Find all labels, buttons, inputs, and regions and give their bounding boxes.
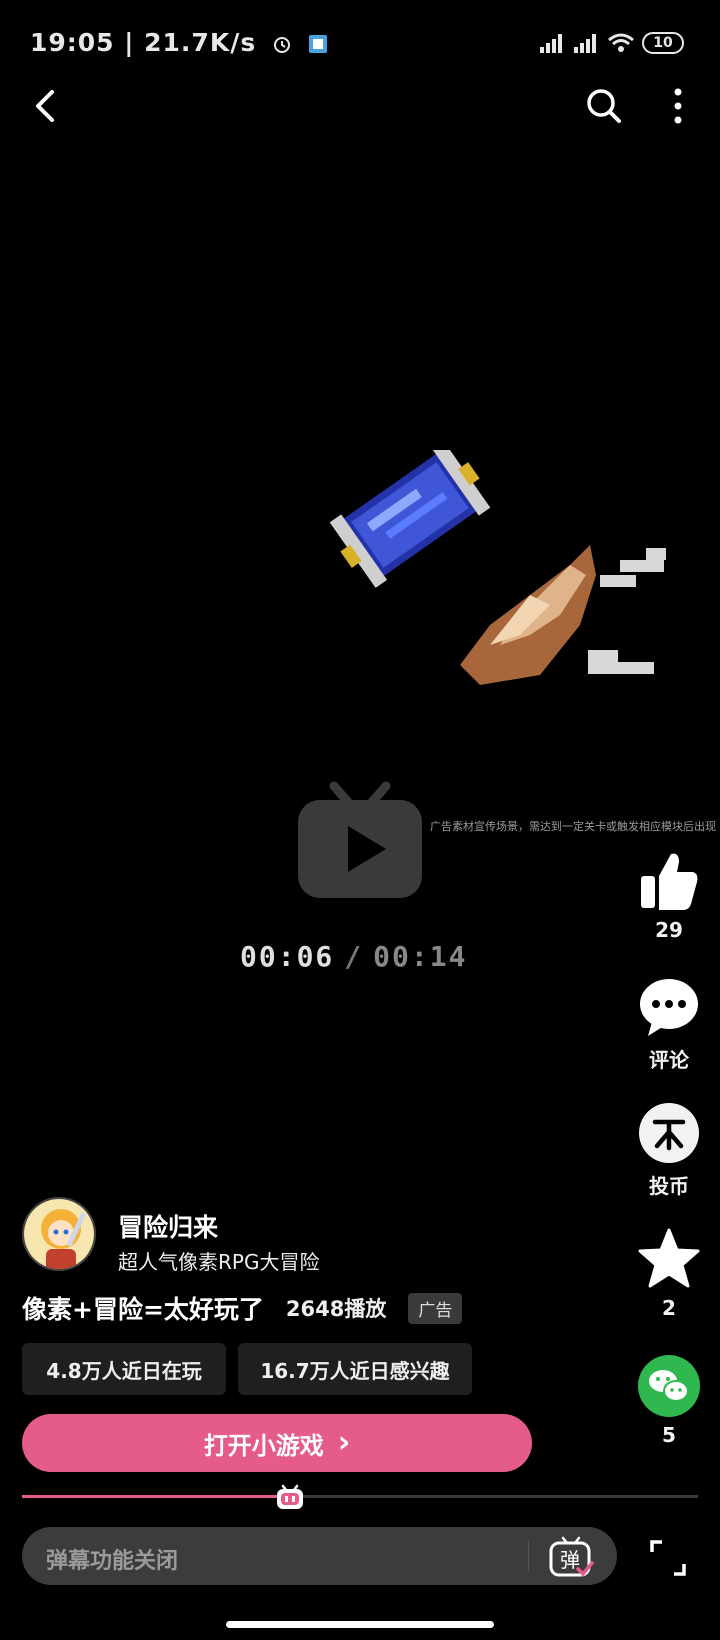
clock-text: 19:05: [30, 28, 115, 57]
wifi-icon: [608, 33, 634, 52]
home-indicator[interactable]: [226, 1621, 494, 1628]
danmaku-toggle-icon[interactable]: 弹: [548, 1535, 594, 1579]
video-game-art: [329, 450, 666, 685]
chevron-right-icon: ›: [337, 1425, 351, 1460]
notification-app-icon: [308, 35, 327, 53]
coin-button[interactable]: 投币: [636, 1102, 702, 1199]
video-time: 00:06 / 00:14: [240, 940, 467, 973]
net-speed: 21.7K/s: [144, 28, 257, 57]
share-wechat-button[interactable]: 5: [636, 1355, 702, 1447]
open-minigame-label: 打开小游戏: [203, 1431, 324, 1460]
video-progress-fill: [22, 1495, 283, 1498]
pixel-scroll-icon: [329, 450, 491, 588]
time-total: 00:14: [373, 940, 468, 973]
coin-label: 投币: [649, 1174, 689, 1198]
stat-playing-chip: 4.8万人近日在玩: [22, 1343, 226, 1395]
signal-icon: [540, 33, 566, 53]
fullscreen-icon[interactable]: [648, 1538, 688, 1578]
play-button-icon[interactable]: [296, 776, 424, 900]
like-count: 29: [655, 918, 683, 942]
divider: [528, 1540, 529, 1572]
time-current: 00:06: [240, 940, 335, 973]
status-bar: 19:05 | 21.7K/s 10: [0, 0, 720, 92]
back-icon[interactable]: [24, 84, 68, 128]
like-button[interactable]: 29: [636, 850, 702, 942]
video-progress-track[interactable]: [22, 1495, 698, 1498]
open-minigame-button[interactable]: 打开小游戏 ›: [22, 1414, 532, 1472]
headline-row: 像素+冒险=太好玩了 2648播放 广告: [22, 1290, 463, 1326]
star-icon: [638, 1228, 700, 1288]
danmaku-input[interactable]: 弹幕功能关闭 弹: [22, 1527, 617, 1585]
status-time: 19:05 | 21.7K/s: [30, 28, 328, 57]
favorite-button[interactable]: 2: [636, 1228, 702, 1320]
avatar-image: [24, 1199, 94, 1269]
progress-handle-icon[interactable]: [275, 1484, 305, 1510]
comment-label: 评论: [649, 1048, 689, 1072]
status-icons: 10: [540, 32, 684, 54]
game-description: 超人气像素RPG大冒险: [118, 1250, 320, 1274]
signal-icon-2: [574, 33, 600, 53]
thumbs-up-icon: [641, 853, 698, 910]
search-icon[interactable]: [582, 84, 626, 128]
video-disclaimer: 广告素材宣传场景，需达到一定关卡或触发相应模块后出现: [430, 820, 716, 833]
play-count: 2648播放: [285, 1297, 387, 1321]
share-count: 5: [662, 1423, 676, 1447]
battery-icon: 10: [642, 32, 684, 54]
danmaku-placeholder: 弹幕功能关闭: [46, 1549, 179, 1574]
pixel-sparkle-lines: [588, 548, 666, 674]
separator: |: [124, 28, 145, 57]
video-headline: 像素+冒险=太好玩了: [22, 1295, 264, 1324]
time-separator: /: [344, 940, 364, 973]
wechat-icon: [638, 1355, 700, 1417]
favorite-count: 2: [662, 1296, 676, 1320]
alarm-icon: [273, 37, 290, 53]
comment-button[interactable]: 评论: [636, 976, 702, 1073]
ad-badge: 广告: [408, 1292, 463, 1324]
pixel-conch-icon: [460, 545, 596, 685]
stat-interested-chip: 16.7万人近日感兴趣: [238, 1343, 472, 1395]
game-name[interactable]: 冒险归来: [118, 1208, 218, 1244]
more-menu-icon[interactable]: [660, 84, 696, 128]
game-avatar[interactable]: [22, 1197, 96, 1271]
comment-icon: [640, 979, 698, 1036]
coin-icon: [639, 1103, 699, 1163]
